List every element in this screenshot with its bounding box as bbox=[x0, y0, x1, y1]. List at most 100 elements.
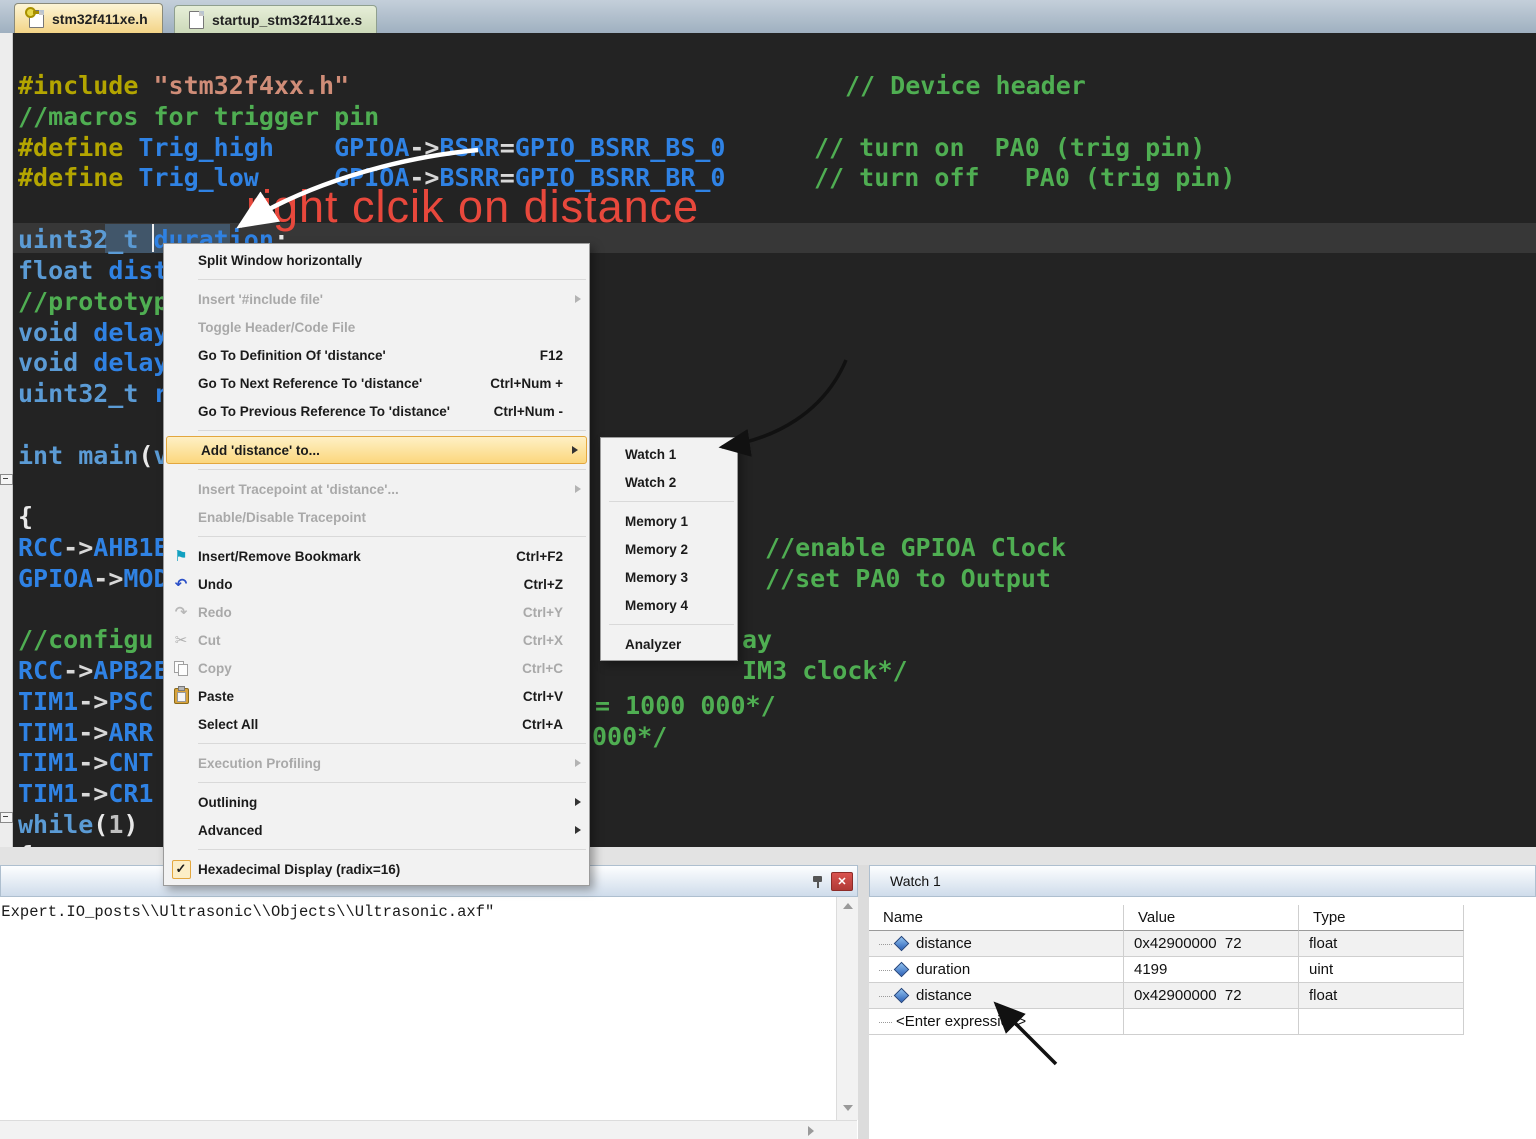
code-line: // turn on PA0 (trig pin) bbox=[814, 133, 1205, 163]
menu-item-go-to-next-reference-to-distance[interactable]: Go To Next Reference To 'distance'Ctrl+N… bbox=[164, 369, 589, 397]
menu-item-watch-2[interactable]: Watch 2 bbox=[601, 468, 737, 496]
code-line: TIM1->CR1 bbox=[18, 779, 153, 809]
keil-uvision-window: stm32f411xe.h startup_stm32f411xe.s #inc… bbox=[0, 0, 1536, 1139]
menu-item-hexadecimal-display-radix-16[interactable]: ✓Hexadecimal Display (radix=16) bbox=[164, 855, 589, 883]
submenu-arrow-icon bbox=[575, 826, 589, 834]
watch-cell-name: distance bbox=[869, 931, 1124, 957]
watch-cell-type: uint bbox=[1299, 957, 1464, 983]
menu-item-undo[interactable]: ↶UndoCtrl+Z bbox=[164, 570, 589, 598]
menu-item-label: Hexadecimal Display (radix=16) bbox=[198, 862, 563, 877]
menu-item-analyzer[interactable]: Analyzer bbox=[601, 630, 737, 658]
fold-marker-icon[interactable] bbox=[0, 474, 13, 485]
menu-separator bbox=[198, 743, 586, 744]
menu-item-shortcut: Ctrl+Z bbox=[524, 577, 575, 592]
code-line: RCC->AHB1E bbox=[18, 533, 169, 563]
scroll-right-icon[interactable] bbox=[808, 1126, 814, 1136]
menu-item-label: Analyzer bbox=[625, 637, 711, 652]
code-line: void delay bbox=[18, 348, 169, 378]
menu-item-label: Insert Tracepoint at 'distance'... bbox=[198, 482, 563, 497]
menu-item-memory-3[interactable]: Memory 3 bbox=[601, 563, 737, 591]
menu-separator bbox=[198, 536, 586, 537]
menu-item-label: Memory 3 bbox=[625, 570, 711, 585]
menu-item-outlining[interactable]: Outlining bbox=[164, 788, 589, 816]
menu-item-split-window-horizontally[interactable]: Split Window horizontally bbox=[164, 246, 589, 274]
header-file-icon bbox=[29, 10, 44, 28]
close-icon[interactable]: ✕ bbox=[831, 872, 853, 891]
code-line: // turn off PA0 (trig pin) bbox=[814, 163, 1235, 193]
watch-cell-value: 0x42900000 72 bbox=[1124, 931, 1299, 957]
menu-item-memory-1[interactable]: Memory 1 bbox=[601, 507, 737, 535]
add-to-submenu: Watch 1 Watch 2 Memory 1Memory 2 Memory 3 Me… bbox=[600, 437, 738, 661]
menu-separator bbox=[609, 501, 734, 502]
scroll-up-icon[interactable] bbox=[843, 903, 853, 909]
menu-item-copy[interactable]: CopyCtrl+C bbox=[164, 654, 589, 682]
menu-item-shortcut: F12 bbox=[540, 348, 575, 363]
menu-item-select-all[interactable]: Select AllCtrl+A bbox=[164, 710, 589, 738]
menu-item-insert-tracepoint-at-distance[interactable]: Insert Tracepoint at 'distance'... bbox=[164, 475, 589, 503]
redo-icon: ↷ bbox=[164, 603, 198, 621]
menu-item-label: Paste bbox=[198, 689, 523, 704]
code-line: IM3 clock*/ bbox=[742, 656, 908, 686]
annotation-text: right clcik on distance bbox=[246, 181, 699, 233]
menu-item-memory-4[interactable]: Memory 4 bbox=[601, 591, 737, 619]
menu-separator bbox=[198, 469, 586, 470]
scroll-down-icon[interactable] bbox=[843, 1105, 853, 1111]
watch-panel[interactable]: Name Value Type distance0x42900000 72flo… bbox=[869, 897, 1536, 1139]
build-output-panel[interactable]: dExpert.IO_posts\\Ultrasonic\\Objects\\U… bbox=[0, 897, 836, 1120]
menu-item-execution-profiling[interactable]: Execution Profiling bbox=[164, 749, 589, 777]
menu-item-cut[interactable]: ✂CutCtrl+X bbox=[164, 626, 589, 654]
fold-marker-icon[interactable] bbox=[0, 812, 13, 823]
watch-panel-title: Watch 1 bbox=[890, 873, 941, 889]
editor-context-menu: Split Window horizontally Insert '#includ… bbox=[163, 243, 590, 886]
watch-col-name[interactable]: Name bbox=[869, 905, 1124, 931]
code-line: TIM1->CNT bbox=[18, 748, 153, 778]
watch-row-distance[interactable]: distance0x42900000 72float bbox=[869, 931, 1464, 957]
code-line: int main(v bbox=[18, 441, 169, 471]
code-line: ay bbox=[742, 625, 772, 655]
menu-item-insert-remove-bookmark[interactable]: ⚑Insert/Remove BookmarkCtrl+F2 bbox=[164, 542, 589, 570]
tab-stm32f411xe-h[interactable]: stm32f411xe.h bbox=[14, 3, 163, 33]
pin-icon[interactable] bbox=[812, 874, 824, 889]
menu-item-insert-include-file[interactable]: Insert '#include file' bbox=[164, 285, 589, 313]
variable-diamond-icon bbox=[894, 988, 910, 1004]
watch-name-text: distance bbox=[916, 987, 972, 1004]
submenu-arrow-icon bbox=[575, 798, 589, 806]
menu-item-toggle-header-code-file[interactable]: Toggle Header/Code File bbox=[164, 313, 589, 341]
menu-item-label: Advanced bbox=[198, 823, 563, 838]
watch-panel-caption: Watch 1 bbox=[869, 865, 1536, 897]
menu-item-enable-disable-tracepoint[interactable]: Enable/Disable Tracepoint bbox=[164, 503, 589, 531]
panel-divider[interactable] bbox=[858, 865, 869, 1139]
menu-item-shortcut: Ctrl+A bbox=[522, 717, 575, 732]
tree-connector bbox=[879, 943, 892, 945]
menu-item-shortcut: Ctrl+F2 bbox=[516, 549, 575, 564]
watch-row-duration[interactable]: duration4199uint bbox=[869, 957, 1464, 983]
watch-name-text: duration bbox=[916, 961, 970, 978]
menu-item-label: Watch 1 bbox=[625, 447, 711, 462]
menu-item-label: Memory 4 bbox=[625, 598, 711, 613]
menu-item-watch-1[interactable]: Watch 1 bbox=[601, 440, 737, 468]
menu-item-label: Copy bbox=[198, 661, 522, 676]
paste-icon bbox=[164, 688, 198, 704]
menu-item-memory-2[interactable]: Memory 2 bbox=[601, 535, 737, 563]
menu-item-shortcut: Ctrl+V bbox=[523, 689, 575, 704]
watch-col-value[interactable]: Value bbox=[1124, 905, 1299, 931]
menu-separator bbox=[198, 782, 586, 783]
menu-item-add-distance-to[interactable]: Add 'distance' to... bbox=[166, 436, 587, 464]
watch-col-type[interactable]: Type bbox=[1299, 905, 1464, 931]
menu-item-advanced[interactable]: Advanced bbox=[164, 816, 589, 844]
menu-item-go-to-definition-of-distance[interactable]: Go To Definition Of 'distance'F12 bbox=[164, 341, 589, 369]
bookmark-flag-icon: ⚑ bbox=[164, 547, 198, 565]
menu-item-redo[interactable]: ↷RedoCtrl+Y bbox=[164, 598, 589, 626]
menu-item-shortcut: Ctrl+Num + bbox=[490, 376, 575, 391]
watch-enter-expression-row[interactable]: <Enter expression> bbox=[869, 1009, 1464, 1035]
menu-item-label: Watch 2 bbox=[625, 475, 711, 490]
menu-item-label: Undo bbox=[198, 577, 524, 592]
output-horizontal-scrollbar[interactable] bbox=[0, 1120, 857, 1139]
output-vertical-scrollbar[interactable] bbox=[836, 897, 858, 1120]
menu-item-go-to-previous-reference-to-distance[interactable]: Go To Previous Reference To 'distance'Ct… bbox=[164, 397, 589, 425]
menu-item-label: Redo bbox=[198, 605, 523, 620]
watch-cell-name: duration bbox=[869, 957, 1124, 983]
menu-item-paste[interactable]: PasteCtrl+V bbox=[164, 682, 589, 710]
watch-row-distance[interactable]: distance0x42900000 72float bbox=[869, 983, 1464, 1009]
menu-item-label: Go To Definition Of 'distance' bbox=[198, 348, 540, 363]
